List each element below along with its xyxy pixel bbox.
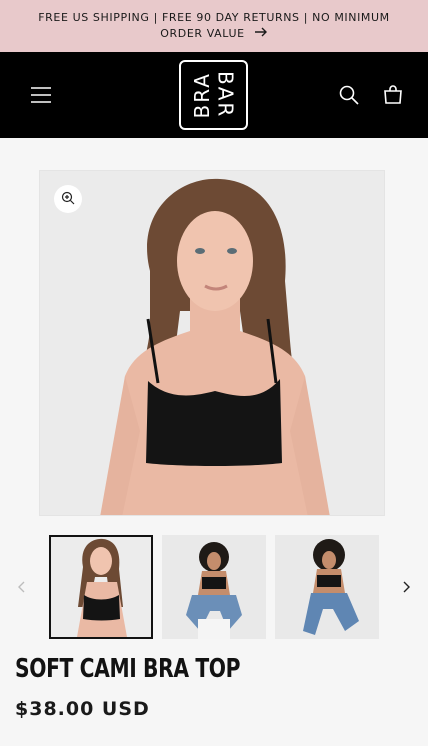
zoom-button[interactable]: [54, 185, 82, 213]
product-title: SOFT CAMI BRA TOP: [15, 654, 241, 684]
chevron-right-icon: [402, 578, 410, 597]
brand-logo[interactable]: BRA BAR: [179, 60, 248, 130]
product-price: $38.00 USD: [15, 698, 150, 720]
product-main-image[interactable]: [39, 170, 385, 516]
slider-next-button[interactable]: [398, 579, 414, 595]
announcement-text[interactable]: FREE US SHIPPING | FREE 90 DAY RETURNS |…: [30, 10, 398, 42]
logo-text-bra: BRA: [189, 71, 214, 119]
logo-text-bar: BAR: [213, 71, 238, 119]
thumbnail-1[interactable]: [49, 535, 153, 639]
search-icon[interactable]: [334, 80, 364, 110]
thumbnail-photo: [51, 537, 151, 637]
thumbnail-2[interactable]: [162, 535, 266, 639]
thumbnail-photo: [162, 535, 266, 639]
thumbnail-3[interactable]: [275, 535, 379, 639]
site-header: BRA BAR: [0, 52, 428, 138]
chevron-left-icon: [18, 578, 26, 597]
zoom-in-icon: [61, 190, 75, 209]
cart-icon[interactable]: [378, 80, 408, 110]
announcement-label: FREE US SHIPPING | FREE 90 DAY RETURNS |…: [38, 11, 390, 40]
hamburger-menu-icon[interactable]: [26, 80, 56, 110]
thumbnail-slider: [0, 535, 428, 641]
slider-prev-button[interactable]: [14, 579, 30, 595]
arrow-right-icon: [254, 26, 268, 42]
model-photo: [40, 171, 384, 515]
thumbnail-photo: [275, 535, 379, 639]
announcement-bar[interactable]: FREE US SHIPPING | FREE 90 DAY RETURNS |…: [0, 0, 428, 52]
